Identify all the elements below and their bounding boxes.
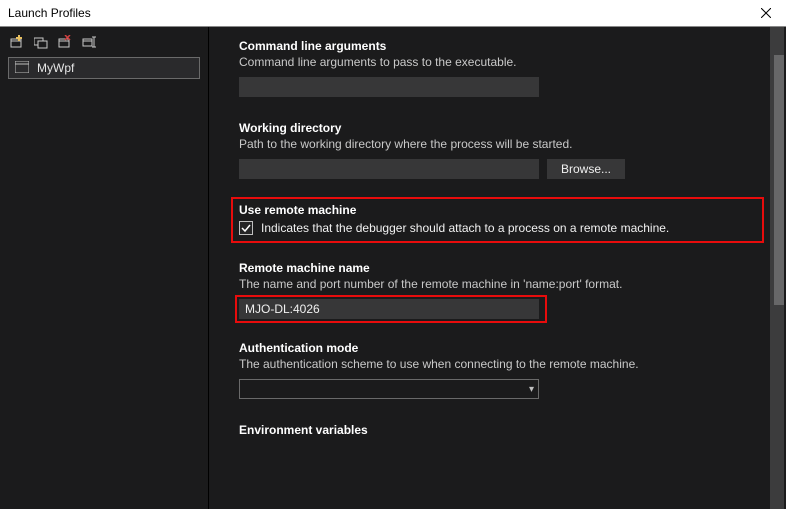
- section-working-directory: Working directory Path to the working di…: [239, 121, 756, 179]
- section-title: Use remote machine: [239, 203, 756, 217]
- profile-toolbar: [0, 33, 208, 55]
- remote-machine-name-input[interactable]: [239, 299, 539, 319]
- section-title: Remote machine name: [239, 261, 756, 275]
- delete-profile-icon[interactable]: [58, 35, 72, 49]
- section-title: Environment variables: [239, 423, 756, 437]
- duplicate-profile-icon[interactable]: [34, 35, 48, 49]
- section-command-line-arguments: Command line arguments Command line argu…: [239, 39, 756, 97]
- close-icon: [761, 8, 771, 18]
- close-button[interactable]: [746, 0, 786, 27]
- profile-item-label: MyWpf: [37, 61, 74, 75]
- content-panel: Command line arguments Command line argu…: [209, 27, 786, 509]
- command-line-arguments-input[interactable]: [239, 77, 539, 97]
- authentication-mode-select[interactable]: ▾: [239, 379, 539, 399]
- section-desc: The authentication scheme to use when co…: [239, 357, 756, 371]
- section-remote-machine-name: Remote machine name The name and port nu…: [239, 261, 756, 323]
- section-environment-variables: Environment variables: [239, 423, 756, 437]
- checkmark-icon: [241, 223, 251, 233]
- sidebar: MyWpf: [0, 27, 209, 509]
- section-title: Command line arguments: [239, 39, 756, 53]
- profile-item-mywpf[interactable]: MyWpf: [8, 57, 200, 79]
- window-title: Launch Profiles: [8, 6, 91, 20]
- section-desc: The name and port number of the remote m…: [239, 277, 756, 291]
- highlight-use-remote-machine: Use remote machine Indicates that the de…: [231, 197, 764, 243]
- chevron-down-icon: ▾: [529, 384, 534, 395]
- section-title: Authentication mode: [239, 341, 756, 355]
- new-profile-icon[interactable]: [10, 35, 24, 49]
- working-directory-input[interactable]: [239, 159, 539, 179]
- section-desc: Command line arguments to pass to the ex…: [239, 55, 756, 69]
- use-remote-machine-checkbox[interactable]: [239, 221, 253, 235]
- section-title: Working directory: [239, 121, 756, 135]
- highlight-remote-machine-name: [235, 295, 547, 323]
- section-authentication-mode: Authentication mode The authentication s…: [239, 341, 756, 399]
- wpf-project-icon: [15, 61, 29, 76]
- scrollbar-thumb[interactable]: [774, 55, 784, 305]
- rename-profile-icon[interactable]: [82, 35, 96, 49]
- section-desc: Path to the working directory where the …: [239, 137, 756, 151]
- use-remote-machine-label: Indicates that the debugger should attac…: [261, 221, 669, 235]
- titlebar: Launch Profiles: [0, 0, 786, 27]
- browse-button[interactable]: Browse...: [547, 159, 625, 179]
